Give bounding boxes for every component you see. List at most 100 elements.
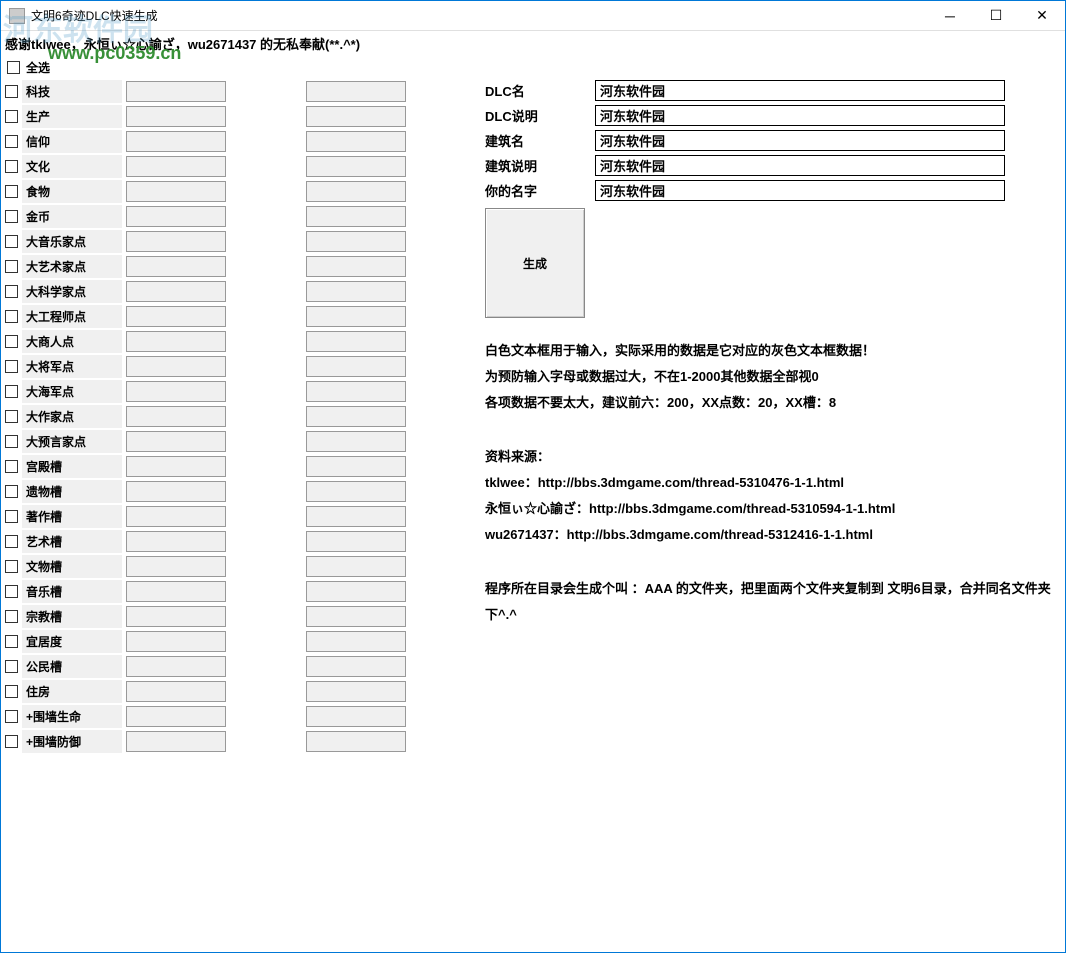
- field-label: 大海军点: [22, 380, 122, 403]
- maximize-button[interactable]: ☐: [973, 1, 1019, 31]
- dlc-input[interactable]: [595, 80, 1005, 101]
- field-input[interactable]: [126, 81, 226, 102]
- field-checkbox[interactable]: [5, 135, 18, 148]
- field-display: [306, 406, 406, 427]
- field-input[interactable]: [126, 256, 226, 277]
- info-line: wu2671437：http://bbs.3dmgame.com/thread-…: [485, 522, 1061, 548]
- field-label: 公民槽: [22, 655, 122, 678]
- field-checkbox[interactable]: [5, 510, 18, 523]
- field-input[interactable]: [126, 731, 226, 752]
- field-input[interactable]: [126, 481, 226, 502]
- field-input[interactable]: [126, 531, 226, 552]
- field-input[interactable]: [126, 581, 226, 602]
- field-row: 著作槽: [5, 505, 475, 528]
- field-checkbox[interactable]: [5, 85, 18, 98]
- fields-panel: 全选 科技 生产 信仰 文化 食物 金币 大音乐家点: [5, 39, 475, 755]
- minimize-button[interactable]: ─: [927, 1, 973, 31]
- field-label: 宗教槽: [22, 605, 122, 628]
- dlc-input[interactable]: [595, 180, 1005, 201]
- field-input[interactable]: [126, 431, 226, 452]
- field-input[interactable]: [126, 706, 226, 727]
- field-checkbox[interactable]: [5, 585, 18, 598]
- credits-text: 感谢tklwee，永恒ぃ☆心諭ざ，wu2671437 的无私奉献(**.^*): [5, 34, 360, 53]
- dlc-label: 你的名字: [485, 181, 595, 200]
- field-checkbox[interactable]: [5, 410, 18, 423]
- field-display: [306, 431, 406, 452]
- field-input[interactable]: [126, 106, 226, 127]
- field-checkbox[interactable]: [5, 385, 18, 398]
- field-checkbox[interactable]: [5, 485, 18, 498]
- field-label: 信仰: [22, 130, 122, 153]
- field-checkbox[interactable]: [5, 710, 18, 723]
- field-input[interactable]: [126, 656, 226, 677]
- field-display: [306, 331, 406, 352]
- field-label: 大工程师点: [22, 305, 122, 328]
- field-input[interactable]: [126, 131, 226, 152]
- field-label: 住房: [22, 680, 122, 703]
- field-checkbox[interactable]: [5, 310, 18, 323]
- info-section-2: 资料来源： tklwee：http://bbs.3dmgame.com/thre…: [485, 444, 1061, 548]
- field-label: 生产: [22, 105, 122, 128]
- window-title: 文明6奇迹DLC快速生成: [31, 7, 158, 24]
- field-label: 宫殿槽: [22, 455, 122, 478]
- field-display: [306, 356, 406, 377]
- field-row: 大工程师点: [5, 305, 475, 328]
- field-display: [306, 631, 406, 652]
- field-input[interactable]: [126, 356, 226, 377]
- field-input[interactable]: [126, 556, 226, 577]
- field-input[interactable]: [126, 681, 226, 702]
- field-row: 文物槽: [5, 555, 475, 578]
- field-label: 大音乐家点: [22, 230, 122, 253]
- field-input[interactable]: [126, 506, 226, 527]
- field-checkbox[interactable]: [5, 235, 18, 248]
- generate-button[interactable]: 生成: [485, 208, 585, 318]
- dlc-row: DLC名: [485, 79, 1061, 102]
- dlc-input[interactable]: [595, 155, 1005, 176]
- field-checkbox[interactable]: [5, 260, 18, 273]
- field-input[interactable]: [126, 631, 226, 652]
- field-row: 大作家点: [5, 405, 475, 428]
- info-line: 永恒ぃ☆心諭ざ：http://bbs.3dmgame.com/thread-53…: [485, 496, 1061, 522]
- field-checkbox[interactable]: [5, 685, 18, 698]
- field-input[interactable]: [126, 456, 226, 477]
- field-checkbox[interactable]: [5, 335, 18, 348]
- field-checkbox[interactable]: [5, 635, 18, 648]
- dlc-row: DLC说明: [485, 104, 1061, 127]
- field-checkbox[interactable]: [5, 460, 18, 473]
- field-checkbox[interactable]: [5, 160, 18, 173]
- field-label: 艺术槽: [22, 530, 122, 553]
- field-label: 音乐槽: [22, 580, 122, 603]
- field-input[interactable]: [126, 381, 226, 402]
- field-row: 宗教槽: [5, 605, 475, 628]
- field-checkbox[interactable]: [5, 285, 18, 298]
- field-input[interactable]: [126, 181, 226, 202]
- field-checkbox[interactable]: [5, 660, 18, 673]
- field-input[interactable]: [126, 306, 226, 327]
- dlc-input[interactable]: [595, 105, 1005, 126]
- field-checkbox[interactable]: [5, 560, 18, 573]
- field-row: 生产: [5, 105, 475, 128]
- field-checkbox[interactable]: [5, 360, 18, 373]
- field-checkbox[interactable]: [5, 435, 18, 448]
- field-checkbox[interactable]: [5, 210, 18, 223]
- field-input[interactable]: [126, 156, 226, 177]
- field-input[interactable]: [126, 231, 226, 252]
- field-checkbox[interactable]: [5, 735, 18, 748]
- field-display: [306, 306, 406, 327]
- field-input[interactable]: [126, 206, 226, 227]
- close-button[interactable]: ✕: [1019, 1, 1065, 31]
- field-label: +围墙生命: [22, 705, 122, 728]
- field-display: [306, 656, 406, 677]
- dlc-input[interactable]: [595, 130, 1005, 151]
- select-all-checkbox[interactable]: [7, 61, 20, 74]
- field-checkbox[interactable]: [5, 610, 18, 623]
- field-input[interactable]: [126, 281, 226, 302]
- field-row: 文化: [5, 155, 475, 178]
- field-input[interactable]: [126, 406, 226, 427]
- field-checkbox[interactable]: [5, 110, 18, 123]
- field-row: 大将军点: [5, 355, 475, 378]
- field-input[interactable]: [126, 606, 226, 627]
- field-checkbox[interactable]: [5, 535, 18, 548]
- field-checkbox[interactable]: [5, 185, 18, 198]
- field-input[interactable]: [126, 331, 226, 352]
